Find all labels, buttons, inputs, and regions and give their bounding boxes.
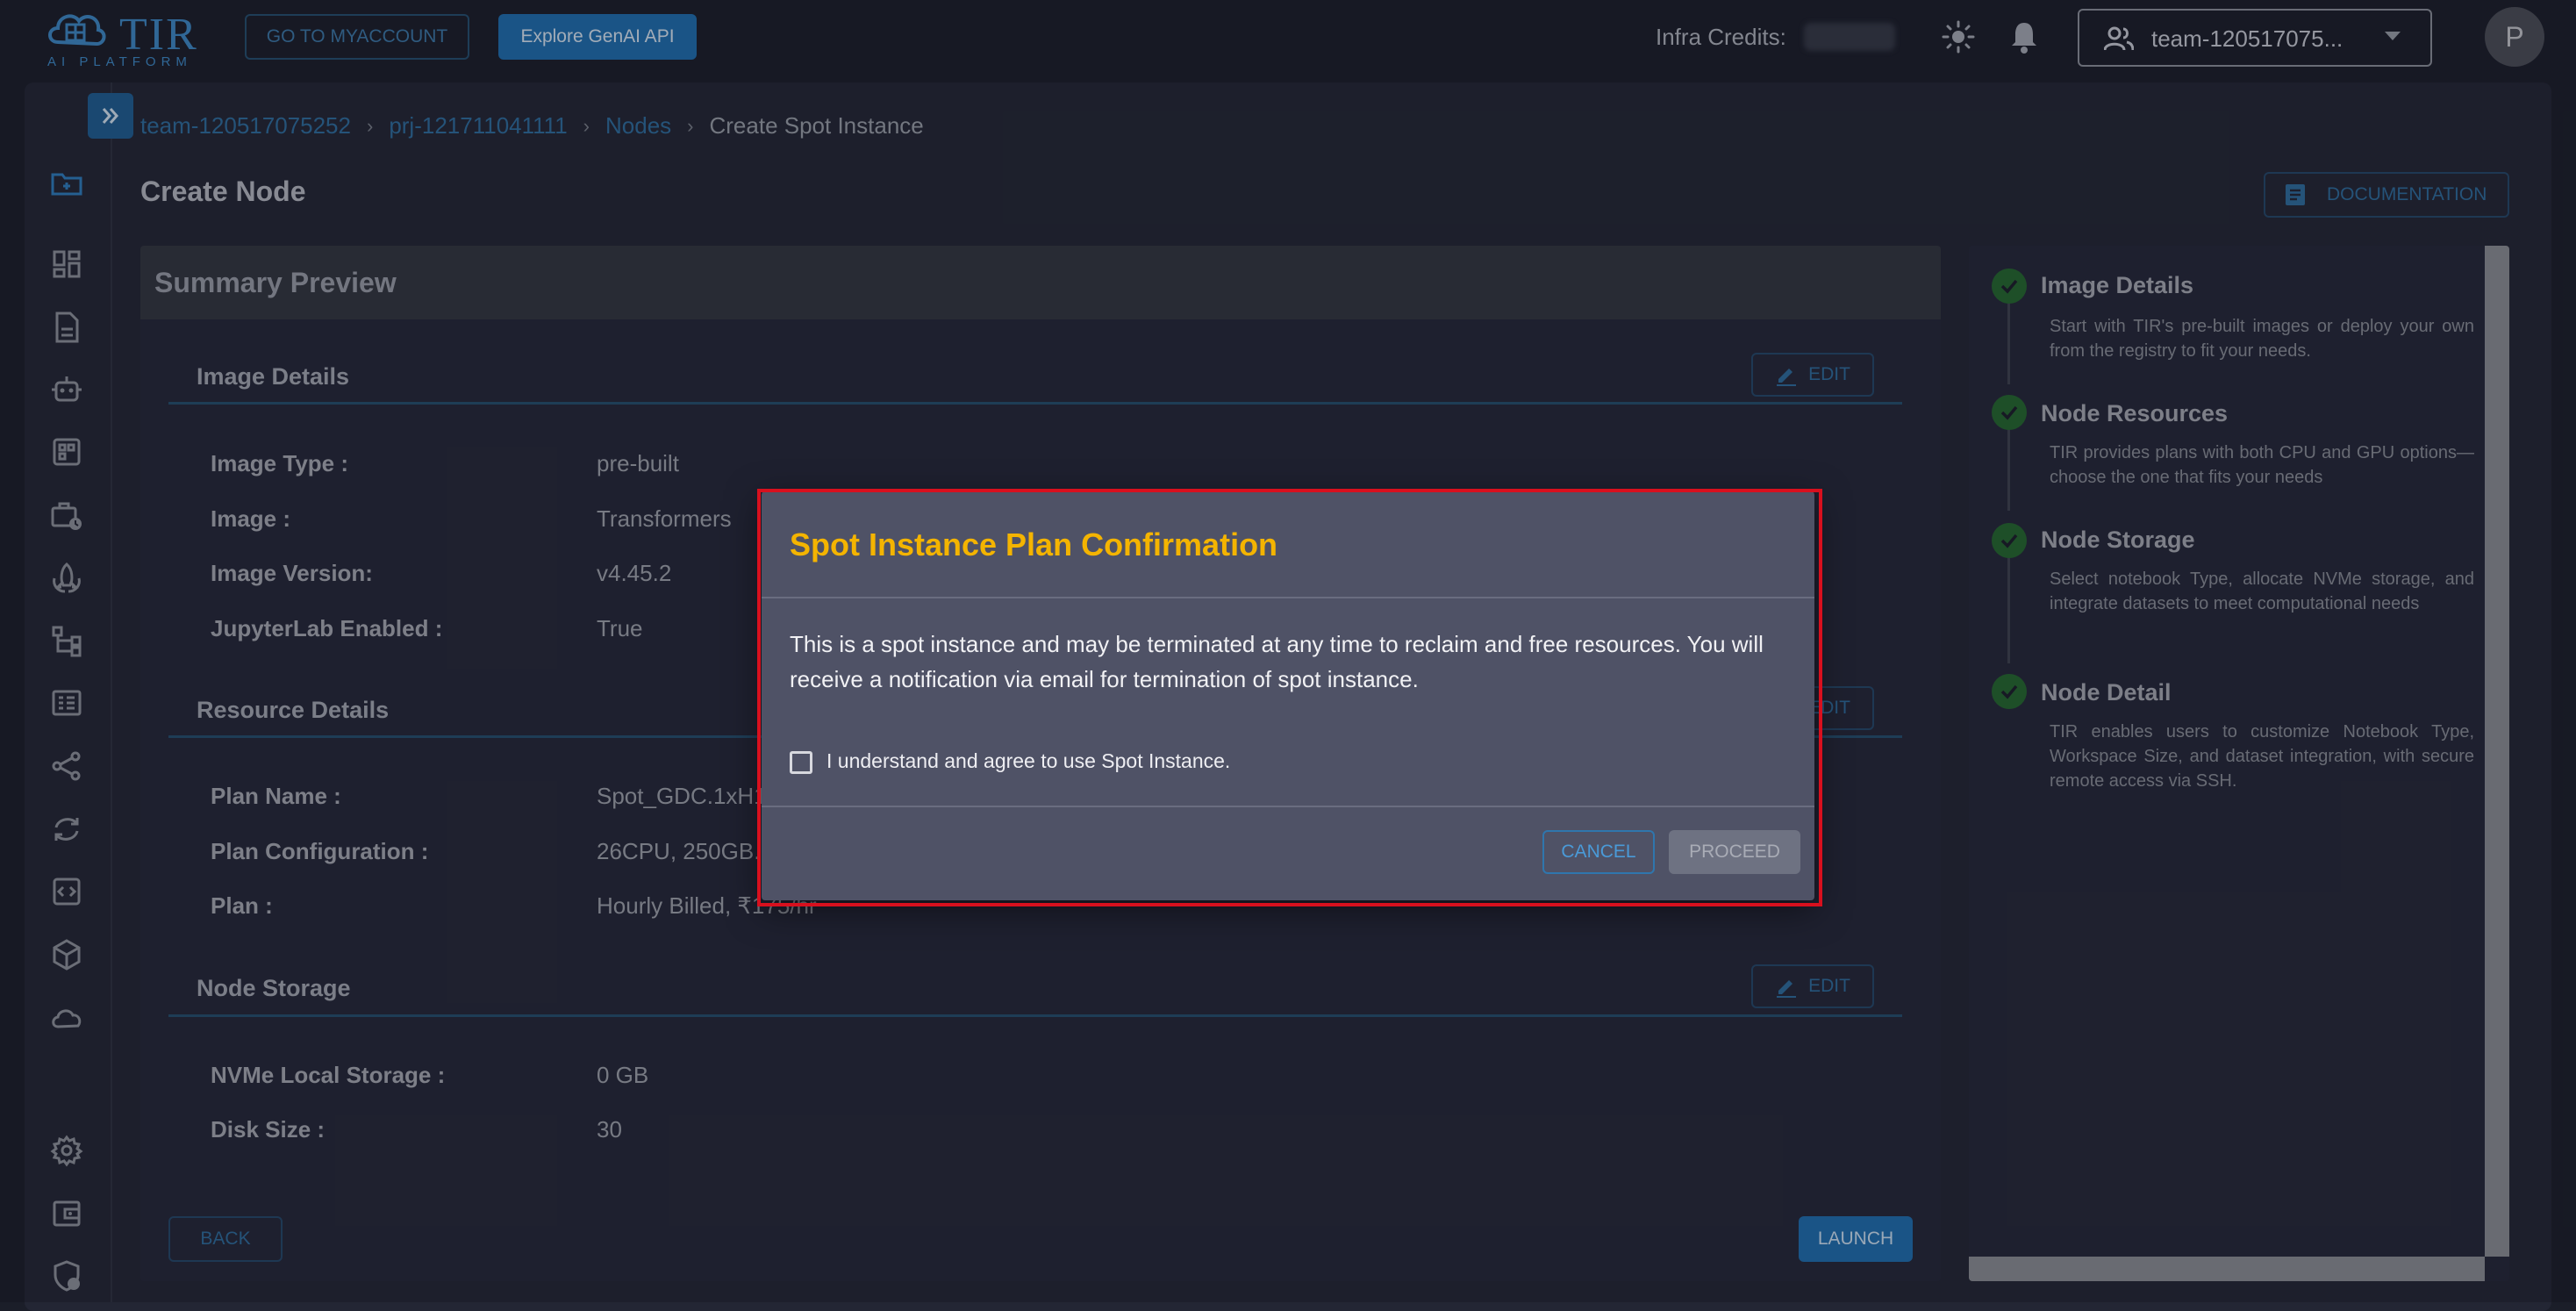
- highlight-frame: [757, 489, 1822, 906]
